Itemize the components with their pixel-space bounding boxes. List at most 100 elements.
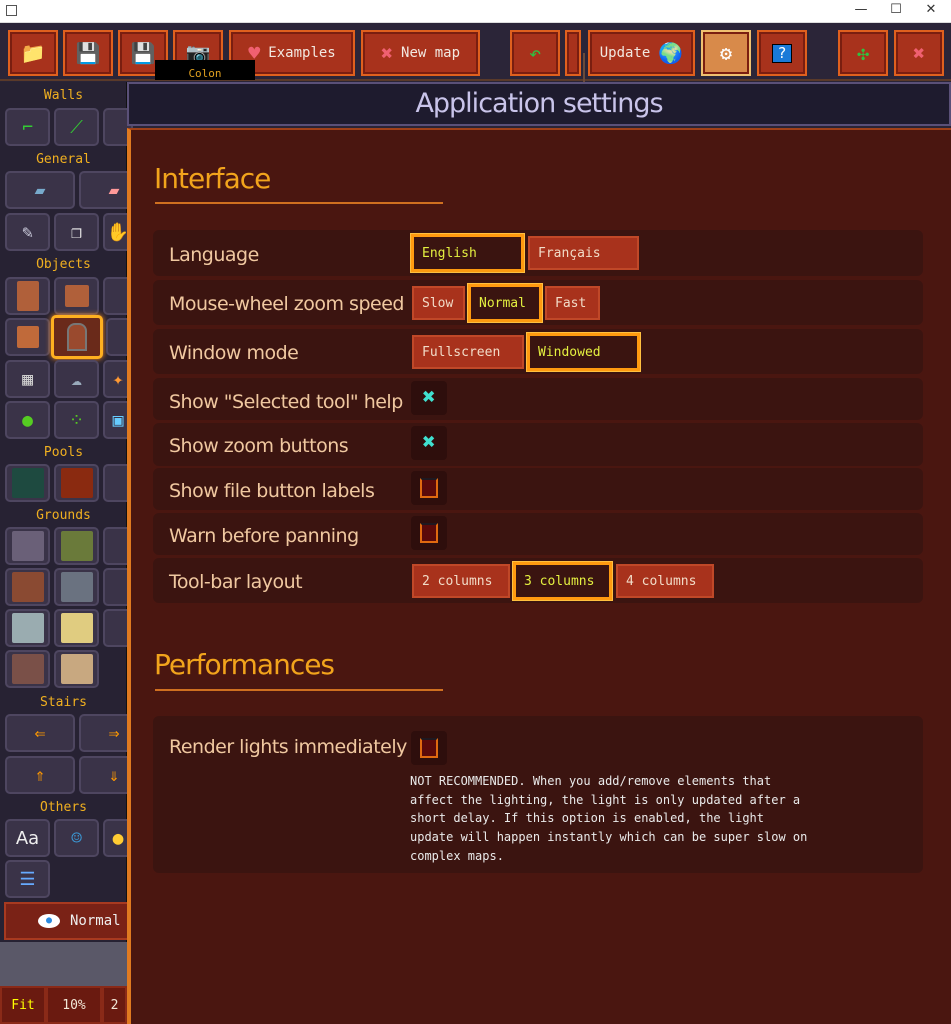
tool-ground-sand[interactable] (54, 609, 99, 647)
undo-button[interactable]: ↶ (510, 30, 560, 76)
tool-fence[interactable]: ▦ (5, 360, 50, 398)
tool-character[interactable]: ☺ (54, 819, 99, 857)
window-mode-windowed[interactable]: Windowed (527, 333, 640, 371)
heading-underline (155, 689, 443, 691)
unchecked-box (420, 478, 438, 498)
language-francais[interactable]: Français (528, 236, 639, 270)
tool-picker[interactable]: ✎ (5, 213, 50, 251)
tool-tree[interactable]: ● (5, 401, 50, 439)
new-map-label: New map (401, 45, 461, 61)
warn-panning-checkbox[interactable] (411, 516, 447, 550)
sparks-icon: ✦ (112, 368, 124, 390)
stairs-wall-icon: ⌐ (22, 116, 33, 138)
layout-2-columns[interactable]: 2 columns (412, 564, 510, 598)
tool-door[interactable] (51, 315, 103, 359)
tool-pool-water[interactable] (5, 464, 50, 502)
render-lights-checkbox[interactable] (411, 731, 447, 765)
tool-bushes[interactable]: ⁘ (54, 401, 99, 439)
ground-swatch (11, 654, 44, 684)
gear-icon: ⚙ (719, 41, 733, 65)
ground-swatch (60, 572, 93, 602)
tool-stairs-left[interactable]: ⇐ (5, 714, 75, 752)
open-button[interactable]: 📁 (8, 30, 58, 76)
file-labels-label: Show file button labels (169, 480, 375, 502)
layout-3-columns[interactable]: 3 columns (513, 562, 612, 600)
view-mode-button[interactable]: ● Normal (4, 902, 129, 940)
tool-sidebar: Walls ⌐ ⟋ General ▰ ▰ ✎ ❐ ✋ Objects ▦ ☁ … (0, 82, 149, 1024)
tool-stairs-up[interactable]: ⇑ (5, 756, 75, 794)
text-tool-icon: Aa (15, 827, 40, 849)
quit-button[interactable]: ✖ (894, 30, 944, 76)
folder-icon: 📁 (20, 41, 46, 65)
floppy-icon: 💾 (75, 41, 101, 65)
bushes-icon: ⁘ (68, 409, 85, 431)
toolbar: 📁 💾 💾 📷 ♥ Examples ✖ New map ↶ Update 🌍 ⚙ ?… (0, 23, 951, 103)
tool-layers[interactable]: ☰ (5, 860, 50, 898)
tool-ground-slab[interactable] (54, 568, 99, 606)
zoom-speed-fast[interactable]: Fast (545, 286, 600, 320)
diagonal-wall-icon: ⟋ (70, 116, 83, 138)
tool-crates[interactable] (5, 318, 50, 356)
tool-ground-ice[interactable] (5, 609, 50, 647)
zoom-buttons-label: Show zoom buttons (169, 435, 349, 457)
tool-crate-tall[interactable] (5, 277, 50, 315)
update-button[interactable]: Update 🌍 (588, 30, 695, 76)
maximize-button[interactable]: ☐ (881, 2, 911, 20)
tool-ground-stone[interactable] (5, 527, 50, 565)
ground-swatch (60, 654, 93, 684)
heading-underline (155, 202, 443, 204)
help-button[interactable]: ? (757, 30, 807, 76)
redo-button[interactable] (565, 30, 581, 76)
tool-wall-diagonal[interactable]: ⟋ (54, 108, 99, 146)
section-others: Others (40, 800, 87, 815)
section-objects: Objects (36, 257, 91, 272)
check-icon: ✖ (422, 430, 436, 455)
layout-4-columns[interactable]: 4 columns (616, 564, 714, 598)
zoom-speed-slow[interactable]: Slow (412, 286, 465, 320)
tool-wall[interactable]: ⌐ (5, 108, 50, 146)
language-english[interactable]: English (411, 234, 524, 272)
tool-ground-wood[interactable] (54, 650, 99, 688)
tool-ground-dirt[interactable] (5, 650, 50, 688)
selected-tool-help-checkbox[interactable]: ✖ (411, 381, 447, 415)
stairs-right-icon: ⇒ (108, 722, 120, 744)
render-lights-label: Render lights immediately (169, 736, 407, 758)
tool-text[interactable]: Aa (5, 819, 50, 857)
ground-swatch (11, 572, 44, 602)
zoom-next-button[interactable]: 2 (102, 986, 127, 1024)
tool-copy[interactable]: ❐ (54, 213, 99, 251)
save-button[interactable]: 💾 (63, 30, 113, 76)
crates-icon (16, 326, 39, 348)
settings-button[interactable]: ⚙ (701, 30, 751, 76)
tool-eraser[interactable]: ▰ (5, 171, 75, 209)
zoom-10-button[interactable]: 10% (46, 986, 102, 1024)
zoom-speed-normal[interactable]: Normal (468, 284, 542, 322)
tool-ground-grass[interactable] (54, 527, 99, 565)
minimize-button[interactable]: — (846, 2, 876, 20)
water-swatch (11, 468, 44, 498)
fence-icon: ▦ (22, 368, 33, 390)
map-preview (0, 942, 127, 986)
zoom-fit-button[interactable]: Fit (0, 986, 46, 1024)
ground-swatch (11, 531, 44, 561)
window-mode-fullscreen[interactable]: Fullscreen (412, 335, 524, 369)
examples-label: Examples (268, 45, 336, 61)
file-labels-checkbox[interactable] (411, 471, 447, 505)
eraser-area-icon: ▰ (108, 179, 120, 201)
section-general: General (36, 152, 91, 167)
tool-pool-lava[interactable] (54, 464, 99, 502)
person-icon: ☺ (71, 827, 82, 849)
zoom-buttons-checkbox[interactable]: ✖ (411, 426, 447, 460)
language-label: Language (169, 244, 259, 266)
performances-heading: Performances (154, 648, 335, 681)
tool-ground-brick[interactable] (5, 568, 50, 606)
eyedropper-icon: ✎ (22, 221, 33, 243)
close-window-button[interactable]: ✕ (916, 2, 946, 20)
check-icon: ✖ (422, 385, 436, 410)
new-map-button[interactable]: ✖ New map (361, 30, 480, 76)
fullscreen-button[interactable]: ✣ (838, 30, 888, 76)
stairs-up-icon: ⇑ (34, 764, 46, 786)
tool-rocks[interactable]: ☁ (54, 360, 99, 398)
rocks-icon: ☁ (71, 368, 82, 390)
tool-crate[interactable] (54, 277, 99, 315)
